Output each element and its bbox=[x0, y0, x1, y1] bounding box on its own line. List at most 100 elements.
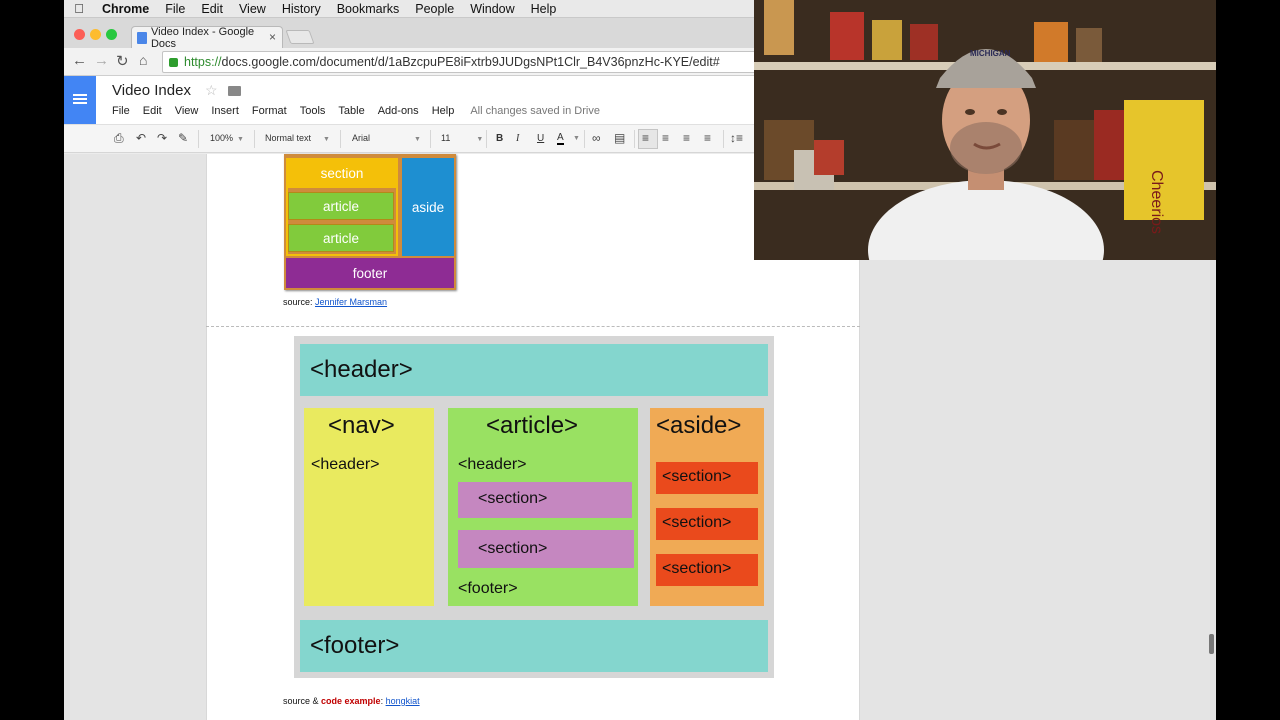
fig1-footer-block: footer bbox=[286, 258, 454, 288]
font-select[interactable]: Arial ▼ bbox=[352, 133, 421, 143]
docs-favicon-icon bbox=[137, 31, 147, 44]
align-left-icon: ≡ bbox=[642, 131, 650, 145]
scrollbar-thumb[interactable] bbox=[1209, 634, 1214, 654]
underline-button[interactable]: U bbox=[537, 133, 544, 144]
star-icon[interactable]: ☆ bbox=[205, 82, 218, 99]
text-color-dropdown-icon[interactable]: ▼ bbox=[573, 135, 580, 142]
print-icon[interactable]: ⎙ bbox=[114, 131, 124, 146]
docs-menu-file[interactable]: File bbox=[112, 105, 130, 117]
minimize-window-button[interactable] bbox=[90, 29, 101, 40]
docs-menu-help[interactable]: Help bbox=[432, 105, 455, 117]
font-value: Arial bbox=[352, 133, 371, 143]
fig2-aside-section-1-label: <section> bbox=[662, 468, 732, 485]
url-protocol: https:// bbox=[184, 55, 222, 69]
menu-window[interactable]: Window bbox=[462, 2, 522, 16]
fig2-article-section-2: <section> bbox=[458, 530, 634, 568]
tab-title: Video Index - Google Docs bbox=[150, 25, 255, 50]
figure2-source-prefix: source & bbox=[283, 696, 322, 706]
text-color-button[interactable]: A bbox=[557, 133, 564, 145]
lock-icon bbox=[169, 57, 178, 67]
font-size-select[interactable]: 11 ▼ bbox=[441, 133, 483, 143]
cap-text: MICHIGAN bbox=[970, 49, 1011, 58]
browser-tab[interactable]: Video Index - Google Docs × bbox=[131, 25, 283, 50]
zoom-value: 100% bbox=[210, 133, 234, 143]
new-tab-button[interactable] bbox=[285, 30, 315, 44]
fig2-nav-block: <nav> <header> bbox=[304, 408, 434, 606]
docs-menu-tools[interactable]: Tools bbox=[300, 105, 326, 117]
menu-people[interactable]: People bbox=[407, 2, 462, 16]
html5-layout-figure-2: <header> <nav> <header> <article> <heade… bbox=[294, 336, 774, 678]
fig2-article-section-1-label: <section> bbox=[478, 490, 548, 507]
menu-bookmarks[interactable]: Bookmarks bbox=[329, 2, 408, 16]
fig2-aside-section-2-label: <section> bbox=[662, 514, 732, 531]
fig1-section-block: section bbox=[286, 158, 398, 188]
back-arrow-icon[interactable]: ← bbox=[72, 52, 87, 69]
url-path: docs.google.com/document/d/1aBzcpuPE8iFx… bbox=[221, 55, 720, 69]
apple-icon[interactable]:  bbox=[64, 1, 94, 16]
figure1-source-link[interactable]: Jennifer Marsman bbox=[315, 297, 387, 307]
redo-icon[interactable]: ↷ bbox=[157, 131, 167, 145]
comment-icon[interactable]: ▤ bbox=[614, 131, 625, 145]
zoom-dropdown-icon: ▼ bbox=[237, 136, 244, 143]
tab-close-icon[interactable]: × bbox=[269, 30, 276, 44]
docs-menu-edit[interactable]: Edit bbox=[143, 105, 162, 117]
menu-help[interactable]: Help bbox=[523, 2, 565, 16]
fig2-aside-section-3: <section> bbox=[656, 554, 758, 586]
align-center-icon[interactable]: ≡ bbox=[662, 131, 669, 145]
fig2-article-section-1: <section> bbox=[458, 482, 632, 518]
menu-edit[interactable]: Edit bbox=[193, 2, 231, 16]
docs-menu-table[interactable]: Table bbox=[338, 105, 364, 117]
font-size-value: 11 bbox=[441, 133, 451, 143]
fig2-article-header-label: <header> bbox=[458, 456, 527, 473]
close-window-button[interactable] bbox=[74, 29, 85, 40]
figure1-source-prefix: source: bbox=[283, 297, 316, 307]
style-value: Normal text bbox=[265, 133, 312, 143]
forward-arrow-icon[interactable]: → bbox=[94, 52, 109, 69]
docs-logo-icon[interactable] bbox=[64, 76, 96, 124]
undo-icon[interactable]: ↶ bbox=[136, 131, 146, 145]
docs-menu-insert[interactable]: Insert bbox=[211, 105, 239, 117]
line-spacing-icon[interactable]: ↕≡ bbox=[730, 131, 743, 145]
menu-history[interactable]: History bbox=[274, 2, 329, 16]
home-icon[interactable]: ⌂ bbox=[139, 52, 147, 68]
webcam-image: Cheerios MICHIGAN bbox=[754, 0, 1216, 260]
menu-view[interactable]: View bbox=[231, 2, 274, 16]
docs-menu-view[interactable]: View bbox=[175, 105, 199, 117]
menu-file[interactable]: File bbox=[157, 2, 193, 16]
folder-icon[interactable] bbox=[228, 86, 241, 96]
fig2-nav-header-label: <header> bbox=[311, 456, 380, 473]
fig2-aside-section-1: <section> bbox=[656, 462, 758, 494]
justify-icon[interactable]: ≡ bbox=[704, 131, 711, 145]
paint-format-icon[interactable]: ✎ bbox=[178, 131, 188, 145]
fig2-aside-section-2: <section> bbox=[656, 508, 758, 540]
zoom-select[interactable]: 100% ▼ bbox=[210, 133, 244, 143]
italic-button[interactable]: I bbox=[516, 133, 519, 144]
docs-menu-addons[interactable]: Add-ons bbox=[378, 105, 419, 117]
fig2-article-label: <article> bbox=[486, 412, 579, 439]
fig1-aside-block: aside bbox=[402, 158, 454, 256]
zoom-window-button[interactable] bbox=[106, 29, 117, 40]
font-size-dropdown-icon: ▼ bbox=[476, 136, 484, 143]
align-right-icon[interactable]: ≡ bbox=[683, 131, 690, 145]
reload-icon[interactable]: ↻ bbox=[116, 52, 129, 70]
figure2-source-link[interactable]: hongkiat bbox=[386, 696, 420, 706]
fig2-aside-label: <aside> bbox=[656, 412, 742, 439]
webcam-overlay: Cheerios MICHIGAN bbox=[754, 0, 1216, 260]
fig1-section-frame bbox=[286, 188, 398, 256]
fig2-aside-block: <aside> <section> <section> <section> bbox=[650, 408, 764, 606]
save-status[interactable]: All changes saved in Drive bbox=[470, 105, 600, 117]
link-icon[interactable]: ∞ bbox=[592, 131, 601, 145]
docs-menu-format[interactable]: Format bbox=[252, 105, 287, 117]
menu-app-name[interactable]: Chrome bbox=[94, 2, 157, 16]
fig2-aside-section-3-label: <section> bbox=[662, 560, 732, 577]
docs-menu: File Edit View Insert Format Tools Table… bbox=[112, 105, 613, 117]
page-break bbox=[206, 326, 860, 327]
fig2-article-block: <article> <header> <section> <section> <… bbox=[448, 408, 638, 606]
chrome-window:  Chrome File Edit View History Bookmark… bbox=[64, 0, 1216, 720]
style-select[interactable]: Normal text ▼ bbox=[265, 133, 330, 143]
style-dropdown-icon: ▼ bbox=[323, 136, 330, 143]
fig2-footer-block: <footer> bbox=[300, 620, 768, 672]
fig2-footer-label: <footer> bbox=[310, 632, 400, 659]
bold-button[interactable]: B bbox=[496, 133, 503, 144]
document-title[interactable]: Video Index bbox=[112, 82, 191, 99]
